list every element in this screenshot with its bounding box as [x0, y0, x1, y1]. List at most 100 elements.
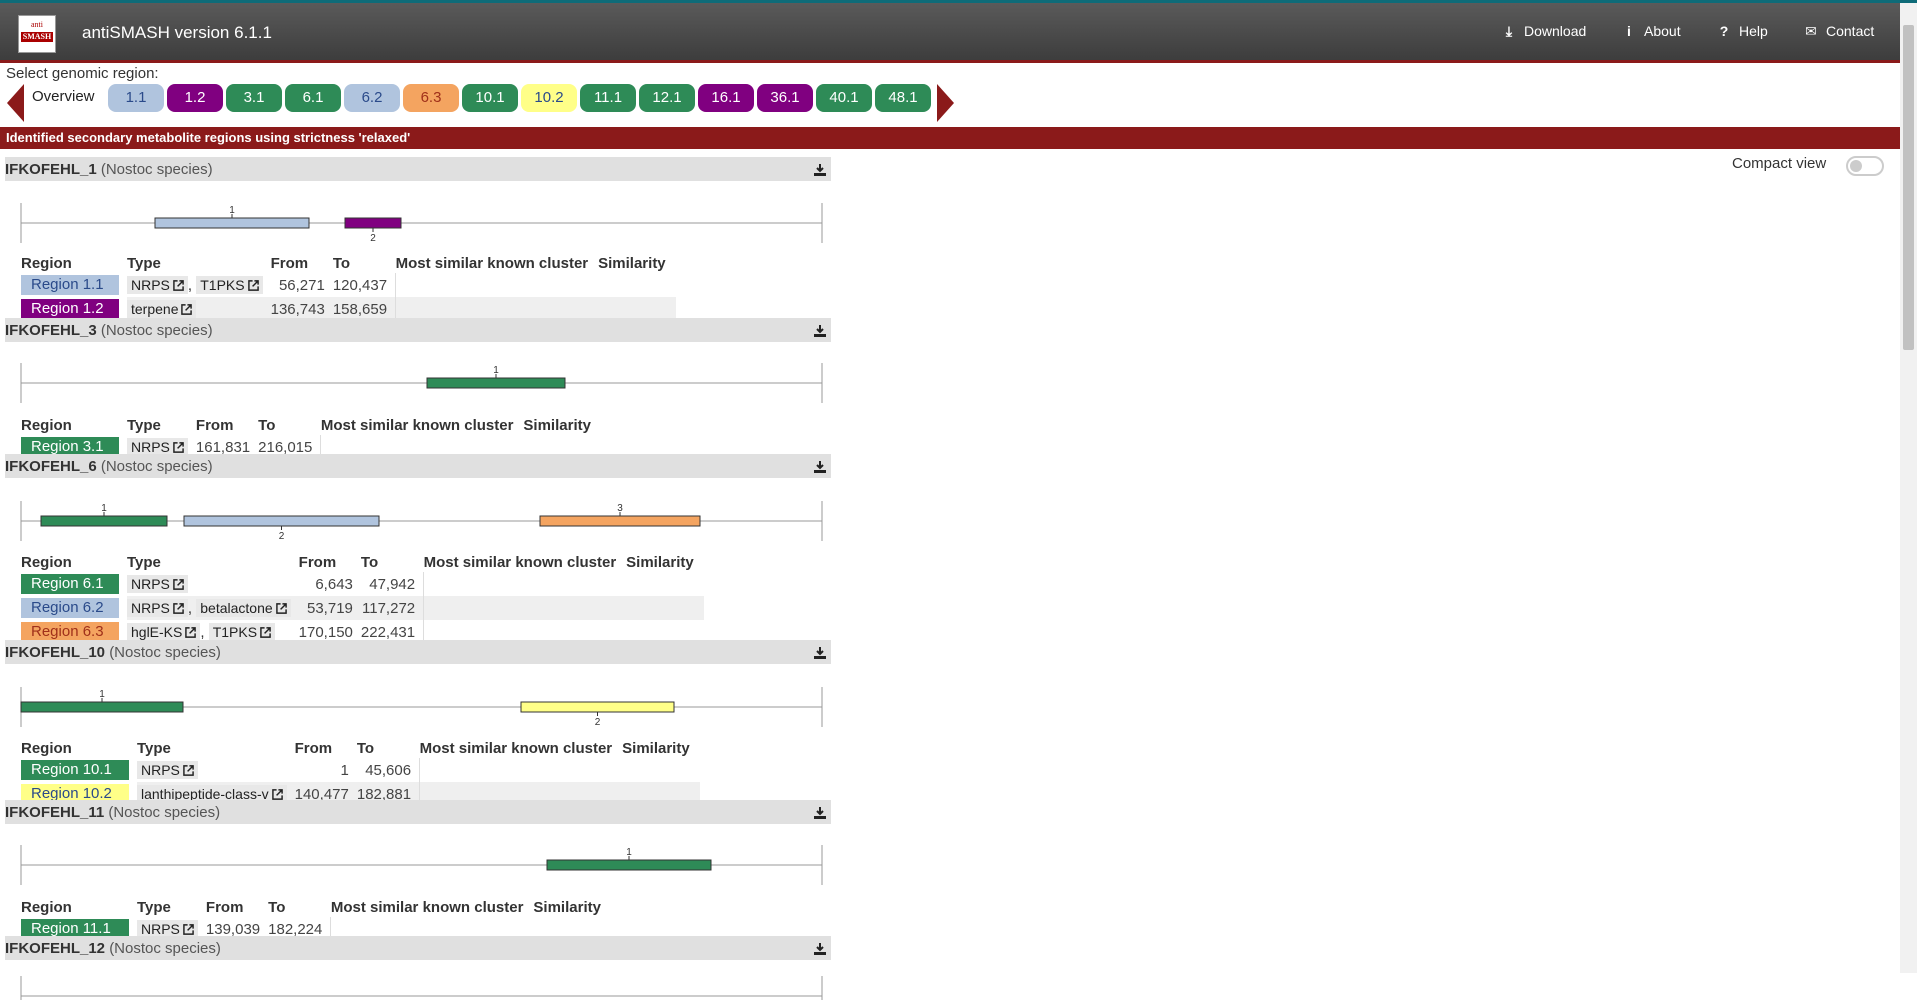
- region-button-40-1[interactable]: 40.1: [816, 84, 872, 112]
- type-link[interactable]: NRPS: [127, 599, 188, 617]
- column-header-region[interactable]: Region: [21, 897, 137, 917]
- column-header-to[interactable]: To: [268, 897, 331, 917]
- region-button-48-1[interactable]: 48.1: [875, 84, 931, 112]
- download-icon[interactable]: [813, 324, 827, 338]
- region-table: Region Type From To Most similar known clust…: [21, 415, 601, 459]
- antismash-logo[interactable]: anti SMASH: [18, 15, 56, 53]
- column-header-similar[interactable]: Most similar known cluster: [420, 738, 623, 758]
- type-link[interactable]: T1PKS: [208, 623, 276, 641]
- column-header-from[interactable]: From: [196, 415, 258, 435]
- column-header-type[interactable]: Type: [127, 415, 196, 435]
- region-block[interactable]: [20, 701, 184, 713]
- column-header-region[interactable]: Region: [21, 253, 127, 273]
- record-header: IFKOFEHL_12 (Nostoc species): [5, 936, 831, 960]
- similar-cluster-cell: [395, 273, 599, 297]
- region-block[interactable]: [546, 859, 712, 871]
- region-cell: Region 1.1: [21, 273, 127, 297]
- column-header-similarity[interactable]: Similarity: [598, 253, 676, 273]
- region-button-6-1[interactable]: 6.1: [285, 84, 341, 112]
- record-name: IFKOFEHL_6 (Nostoc species): [5, 458, 213, 475]
- column-header-similar[interactable]: Most similar known cluster: [396, 253, 599, 273]
- region-button-10-2[interactable]: 10.2: [521, 84, 577, 112]
- scrollbar-thumb[interactable]: [1903, 25, 1914, 350]
- region-link[interactable]: Region 1.2: [21, 299, 119, 319]
- column-header-from[interactable]: From: [295, 738, 357, 758]
- column-header-type[interactable]: Type: [137, 897, 206, 917]
- region-block[interactable]: [520, 701, 675, 713]
- region-link[interactable]: Region 10.1: [21, 760, 129, 780]
- column-header-region[interactable]: Region: [21, 415, 127, 435]
- region-block[interactable]: [154, 217, 310, 229]
- column-header-similarity[interactable]: Similarity: [533, 897, 611, 917]
- column-header-from[interactable]: From: [271, 253, 333, 273]
- region-button-12-1[interactable]: 12.1: [639, 84, 695, 112]
- region-button-36-1[interactable]: 36.1: [757, 84, 813, 112]
- overview-button[interactable]: Overview: [32, 88, 95, 105]
- record-id: IFKOFEHL_6: [5, 458, 101, 475]
- nav-help-link[interactable]: ? Help: [1717, 23, 1768, 39]
- region-block[interactable]: [40, 515, 168, 527]
- compact-view-toggle[interactable]: [1846, 156, 1884, 176]
- download-icon[interactable]: [813, 646, 827, 660]
- column-header-similar[interactable]: Most similar known cluster: [331, 897, 534, 917]
- nav-download-link[interactable]: ⤓ Download: [1502, 23, 1586, 40]
- column-header-to[interactable]: To: [333, 253, 396, 273]
- location-from: 1: [340, 761, 349, 779]
- download-icon[interactable]: [813, 806, 827, 820]
- page-scrollbar[interactable]: [1900, 3, 1917, 973]
- type-link[interactable]: terpene: [127, 300, 197, 318]
- type-link[interactable]: NRPS: [127, 575, 188, 593]
- region-button-6-3[interactable]: 6.3: [403, 84, 459, 112]
- region-link[interactable]: Region 6.3: [21, 622, 119, 642]
- record-name: IFKOFEHL_12 (Nostoc species): [5, 940, 221, 957]
- type-link[interactable]: NRPS: [127, 276, 188, 294]
- next-region-arrow-icon[interactable]: [937, 84, 954, 122]
- column-header-from[interactable]: From: [299, 552, 361, 572]
- record-species: (Nostoc species): [109, 644, 221, 661]
- column-header-type[interactable]: Type: [127, 552, 299, 572]
- column-header-from[interactable]: From: [206, 897, 268, 917]
- region-button-11-1[interactable]: 11.1: [580, 84, 636, 112]
- column-header-to[interactable]: To: [258, 415, 321, 435]
- nav-contact-link[interactable]: ✉ Contact: [1804, 23, 1874, 40]
- location-to: 117,272: [360, 596, 424, 620]
- download-icon[interactable]: [813, 460, 827, 474]
- download-icon[interactable]: [813, 163, 827, 177]
- region-block[interactable]: [426, 377, 566, 389]
- region-link[interactable]: Region 6.2: [21, 598, 119, 618]
- region-block[interactable]: [183, 515, 380, 527]
- region-button-16-1[interactable]: 16.1: [698, 84, 754, 112]
- column-header-similarity[interactable]: Similarity: [626, 552, 704, 572]
- record-name: IFKOFEHL_1 (Nostoc species): [5, 161, 213, 178]
- region-button-1-2[interactable]: 1.2: [167, 84, 223, 112]
- region-button-1-1[interactable]: 1.1: [108, 84, 164, 112]
- type-link[interactable]: NRPS: [137, 761, 198, 779]
- type-link[interactable]: betalactone: [196, 599, 291, 617]
- region-block[interactable]: [539, 515, 701, 527]
- column-header-region[interactable]: Region: [21, 738, 137, 758]
- region-button-10-1[interactable]: 10.1: [462, 84, 518, 112]
- location-from: 6,643: [315, 575, 353, 593]
- column-header-type[interactable]: Type: [137, 738, 295, 758]
- region-link[interactable]: Region 1.1: [21, 275, 119, 295]
- column-header-similarity[interactable]: Similarity: [622, 738, 700, 758]
- column-header-to[interactable]: To: [357, 738, 420, 758]
- region-block[interactable]: [344, 217, 402, 229]
- previous-region-arrow-icon[interactable]: [7, 84, 24, 122]
- column-header-similar[interactable]: Most similar known cluster: [424, 552, 627, 572]
- download-icon[interactable]: [813, 942, 827, 956]
- record-ifkofehl-11: IFKOFEHL_11 (Nostoc species) 1 Region Type F…: [5, 800, 831, 941]
- region-table: Region Type From To Most similar known clust…: [21, 897, 611, 941]
- type-link[interactable]: hglE-KS: [127, 623, 201, 641]
- column-header-similar[interactable]: Most similar known cluster: [321, 415, 524, 435]
- column-header-region[interactable]: Region: [21, 552, 127, 572]
- column-header-type[interactable]: Type: [127, 253, 271, 273]
- nav-about-link[interactable]: i About: [1622, 23, 1681, 39]
- region-link[interactable]: Region 6.1: [21, 574, 119, 594]
- region-button-3-1[interactable]: 3.1: [226, 84, 282, 112]
- region-button-6-2[interactable]: 6.2: [344, 84, 400, 112]
- type-link[interactable]: T1PKS: [196, 276, 263, 294]
- column-header-to[interactable]: To: [361, 552, 424, 572]
- external-link-icon: [173, 442, 184, 453]
- column-header-similarity[interactable]: Similarity: [523, 415, 601, 435]
